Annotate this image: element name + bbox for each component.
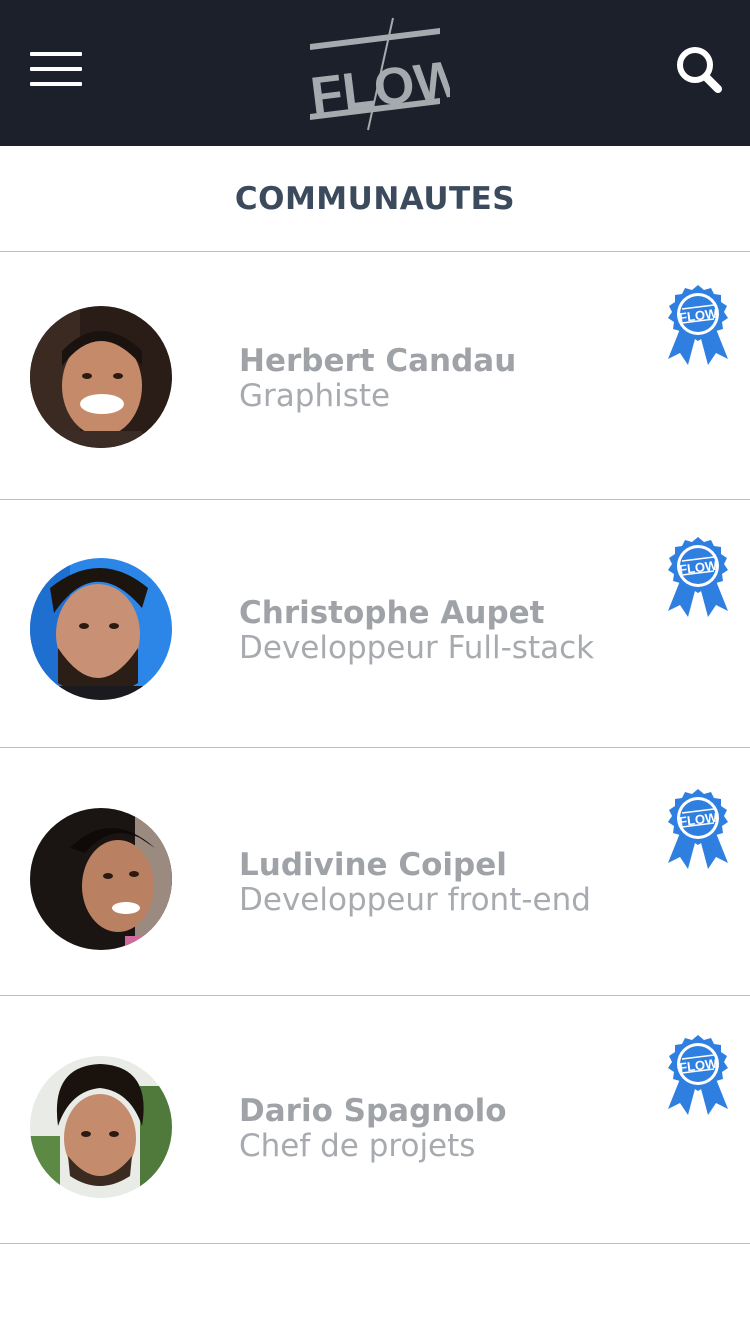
member-name: Dario Spagnolo	[239, 1093, 507, 1129]
member-info: Christophe Aupet Developpeur Full-stack	[239, 596, 594, 666]
member-name: Christophe Aupet	[239, 595, 545, 631]
member-info: Dario Spagnolo Chef de projets	[239, 1094, 507, 1164]
svg-text:FLOW: FLOW	[308, 49, 450, 125]
member-role: Graphiste	[239, 378, 391, 414]
member-role: Developpeur Full-stack	[239, 630, 595, 666]
flow-logo: FLOW	[308, 17, 450, 131]
top-bar: FLOW	[0, 0, 750, 146]
member-info: Ludivine Coipel Developpeur front-end	[239, 848, 591, 918]
member-role: Developpeur front-end	[239, 882, 591, 918]
avatar[interactable]	[30, 558, 172, 700]
member-name: Ludivine Coipel	[239, 847, 507, 883]
ribbon-badge-icon: FLOW	[668, 285, 728, 365]
member-row[interactable]: Herbert Candau Graphiste FLOW	[0, 252, 750, 500]
search-icon[interactable]	[674, 44, 724, 96]
member-list: Herbert Candau Graphiste FLOW Christophe…	[0, 252, 750, 1244]
avatar[interactable]	[30, 808, 172, 950]
member-row[interactable]: Ludivine Coipel Developpeur front-end FL…	[0, 748, 750, 996]
member-info: Herbert Candau Graphiste	[239, 344, 516, 414]
hamburger-menu-icon[interactable]	[30, 52, 82, 88]
section-title: COMMUNAUTES	[0, 146, 750, 252]
member-role: Chef de projets	[239, 1128, 476, 1164]
member-name: Herbert Candau	[239, 343, 517, 379]
ribbon-badge-icon: FLOW	[668, 789, 728, 869]
ribbon-badge-icon: FLOW	[668, 1035, 728, 1115]
member-row[interactable]: Dario Spagnolo Chef de projets FLOW	[0, 996, 750, 1244]
member-row[interactable]: Christophe Aupet Developpeur Full-stack …	[0, 500, 750, 748]
page-title: COMMUNAUTES	[234, 180, 516, 217]
avatar[interactable]	[30, 306, 172, 448]
avatar[interactable]	[30, 1056, 172, 1198]
ribbon-badge-icon: FLOW	[668, 537, 728, 617]
